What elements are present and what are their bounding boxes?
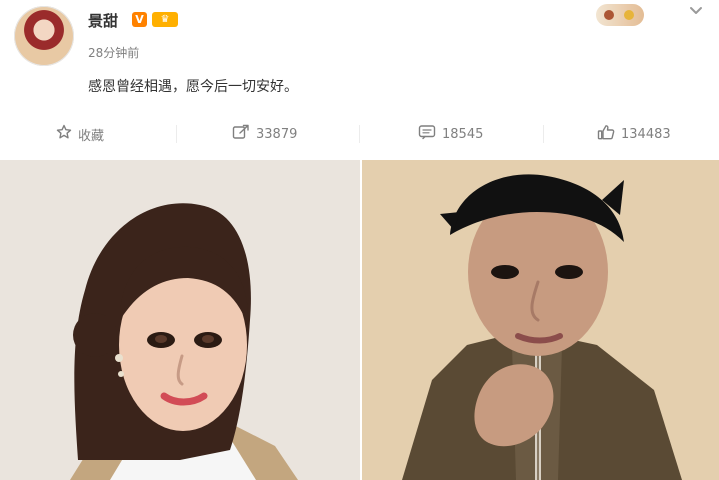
man-portrait xyxy=(362,160,719,480)
like-count: 134483 xyxy=(621,126,671,142)
star-icon xyxy=(56,124,72,144)
photo-grid xyxy=(0,160,719,480)
chevron-down-svg xyxy=(690,7,702,14)
divider xyxy=(359,125,360,143)
recommended-avatar[interactable] xyxy=(596,4,644,26)
avatar[interactable] xyxy=(14,6,74,66)
photo-man[interactable] xyxy=(362,160,719,480)
favorite-label: 收藏 xyxy=(78,128,105,144)
author-name[interactable]: 景甜 xyxy=(88,10,118,31)
woman-portrait xyxy=(0,160,362,480)
share-icon xyxy=(232,124,250,144)
comment-button[interactable]: 18545 xyxy=(418,117,483,151)
post-actions: 收藏 33879 18545 134483 xyxy=(0,117,719,151)
repost-button[interactable]: 33879 xyxy=(232,117,297,151)
comment-count: 18545 xyxy=(442,126,484,142)
comment-icon xyxy=(418,124,436,144)
weibo-post: 景甜 V ♛ 28分钟前 感恩曾经相遇，愿今后一切安好。 收藏 33879 18… xyxy=(0,0,719,160)
avatar-dot xyxy=(604,10,614,20)
verified-badge-icon: V xyxy=(132,12,147,27)
level-badge-icon: ♛ xyxy=(152,12,178,27)
avatar-dot xyxy=(624,10,634,20)
post-time: 28分钟前 xyxy=(88,46,140,60)
chevron-down-icon[interactable] xyxy=(686,2,706,20)
photo-woman[interactable] xyxy=(0,160,362,480)
divider xyxy=(543,125,544,143)
like-icon xyxy=(597,124,615,144)
divider xyxy=(176,125,177,143)
like-button[interactable]: 134483 xyxy=(597,117,671,151)
repost-count: 33879 xyxy=(256,126,298,142)
post-content: 感恩曾经相遇，愿今后一切安好。 xyxy=(88,79,298,95)
favorite-button[interactable]: 收藏 xyxy=(56,117,104,151)
